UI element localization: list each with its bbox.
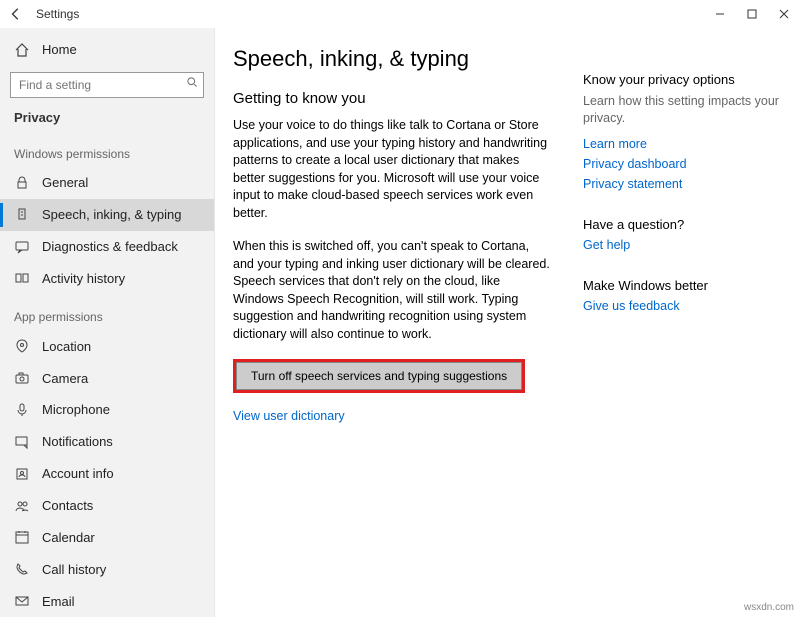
nav-label: Contacts	[42, 498, 93, 513]
home-button[interactable]: Home	[0, 34, 214, 66]
sidebar-item-camera[interactable]: Camera	[0, 362, 214, 394]
lock-icon	[14, 175, 30, 191]
nav-label: Call history	[42, 562, 106, 577]
nav-label: Location	[42, 339, 91, 354]
nav-label: Camera	[42, 371, 88, 386]
turn-off-speech-button[interactable]: Turn off speech services and typing sugg…	[236, 362, 522, 390]
section-heading: Getting to know you	[233, 90, 559, 107]
nav-label: Diagnostics & feedback	[42, 239, 178, 254]
sidebar-item-activity-history[interactable]: Activity history	[0, 262, 214, 294]
history-icon	[14, 270, 30, 286]
sidebar-item-location[interactable]: Location	[0, 330, 214, 362]
home-label: Home	[42, 42, 77, 57]
inking-icon	[14, 207, 30, 223]
account-icon	[14, 466, 30, 482]
nav-label: Notifications	[42, 434, 113, 449]
nav-label: Email	[42, 594, 75, 609]
sidebar-item-diagnostics-feedback[interactable]: Diagnostics & feedback	[0, 231, 214, 263]
nav-label: Activity history	[42, 271, 125, 286]
location-icon	[14, 338, 30, 354]
section-heading: Privacy	[0, 110, 214, 125]
contacts-icon	[14, 498, 30, 514]
window-title: Settings	[36, 7, 79, 21]
sidebar-item-call-history[interactable]: Call history	[0, 553, 214, 585]
camera-icon	[14, 370, 30, 386]
sidebar: Home Privacy Windows permissions General…	[0, 28, 215, 617]
view-user-dictionary-link[interactable]: View user dictionary	[233, 409, 559, 423]
group-windows-permissions: Windows permissions	[0, 131, 214, 167]
search-input[interactable]	[10, 72, 204, 98]
nav-label: Speech, inking, & typing	[42, 207, 181, 222]
sidebar-item-account-info[interactable]: Account info	[0, 458, 214, 490]
home-icon	[14, 42, 30, 58]
nav-label: Microphone	[42, 402, 110, 417]
nav-label: Account info	[42, 466, 114, 481]
feedback-icon	[14, 239, 30, 255]
search-wrap	[0, 66, 214, 108]
sidebar-item-notifications[interactable]: Notifications	[0, 426, 214, 458]
description-1: Use your voice to do things like talk to…	[233, 117, 553, 222]
group-app-permissions: App permissions	[0, 294, 214, 330]
back-button[interactable]	[0, 0, 32, 28]
watermark: wsxdn.com	[744, 602, 794, 613]
privacy-statement-link[interactable]: Privacy statement	[583, 177, 782, 191]
sidebar-item-general[interactable]: General	[0, 167, 214, 199]
learn-more-link[interactable]: Learn more	[583, 137, 782, 151]
microphone-icon	[14, 402, 30, 418]
notifications-icon	[14, 434, 30, 450]
sidebar-item-email[interactable]: Email	[0, 585, 214, 617]
close-button[interactable]	[768, 0, 800, 28]
sidebar-item-microphone[interactable]: Microphone	[0, 394, 214, 426]
aside-better-heading: Make Windows better	[583, 278, 782, 293]
sidebar-item-speech-inking-typing[interactable]: Speech, inking, & typing	[0, 199, 214, 231]
maximize-button[interactable]	[736, 0, 768, 28]
page-title: Speech, inking, & typing	[233, 46, 559, 72]
get-help-link[interactable]: Get help	[583, 238, 782, 252]
privacy-dashboard-link[interactable]: Privacy dashboard	[583, 157, 782, 171]
sidebar-item-contacts[interactable]: Contacts	[0, 490, 214, 522]
aside-question-heading: Have a question?	[583, 217, 782, 232]
give-feedback-link[interactable]: Give us feedback	[583, 299, 782, 313]
titlebar: Settings	[0, 0, 800, 28]
aside-privacy-heading: Know your privacy options	[583, 72, 782, 87]
call-icon	[14, 561, 30, 577]
aside-panel: Know your privacy options Learn how this…	[583, 46, 782, 599]
calendar-icon	[14, 529, 30, 545]
nav-label: General	[42, 175, 88, 190]
description-2: When this is switched off, you can't spe…	[233, 238, 553, 343]
minimize-button[interactable]	[704, 0, 736, 28]
aside-privacy-sub: Learn how this setting impacts your priv…	[583, 93, 782, 127]
nav-label: Calendar	[42, 530, 95, 545]
highlighted-button-frame: Turn off speech services and typing sugg…	[233, 359, 525, 393]
main-content: Speech, inking, & typing Getting to know…	[215, 28, 800, 617]
sidebar-item-calendar[interactable]: Calendar	[0, 521, 214, 553]
email-icon	[14, 593, 30, 609]
